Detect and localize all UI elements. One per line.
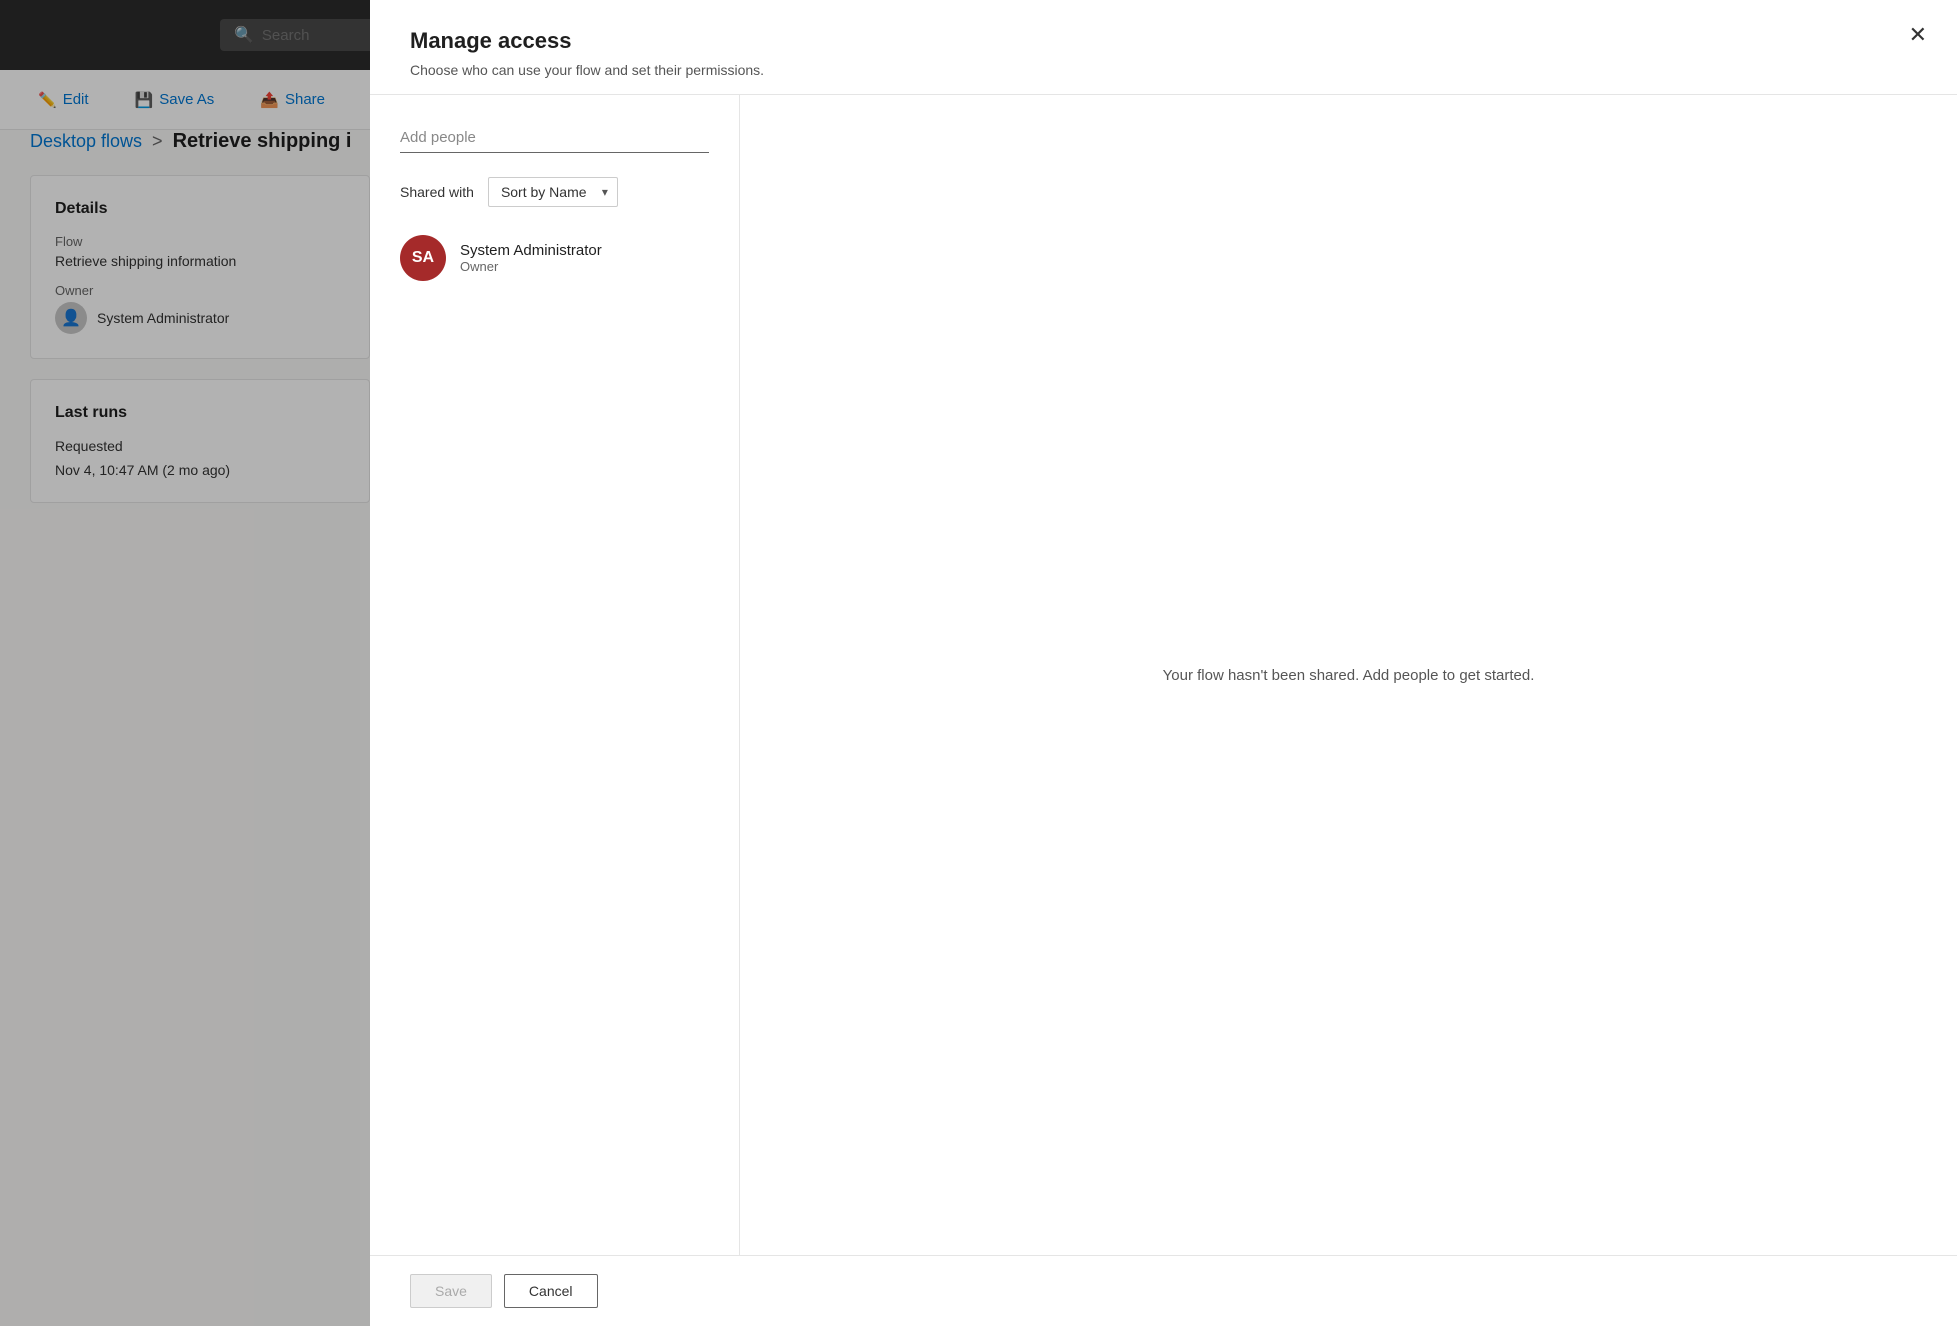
modal-left-panel: Shared with Sort by Name Sort by Role ▾ … [370, 95, 740, 1255]
modal-subtitle: Choose who can use your flow and set the… [410, 62, 1917, 78]
no-share-message: Your flow hasn't been shared. Add people… [1163, 667, 1535, 684]
shared-with-label: Shared with [400, 184, 474, 200]
user-role: Owner [460, 259, 602, 274]
modal-right-panel: Your flow hasn't been shared. Add people… [740, 95, 1957, 1255]
user-entry: SA System Administrator Owner [400, 227, 709, 289]
modal-close-button[interactable]: ✕ [1909, 24, 1927, 46]
modal-title: Manage access [410, 28, 1917, 54]
modal-panel: Manage access Choose who can use your fl… [370, 0, 1957, 1326]
user-avatar: SA [400, 235, 446, 281]
sort-select-wrapper[interactable]: Sort by Name Sort by Role ▾ [488, 177, 618, 207]
user-name: System Administrator [460, 242, 602, 259]
modal-body: Shared with Sort by Name Sort by Role ▾ … [370, 95, 1957, 1255]
cancel-button[interactable]: Cancel [504, 1274, 598, 1308]
save-button[interactable]: Save [410, 1274, 492, 1308]
shared-with-row: Shared with Sort by Name Sort by Role ▾ [400, 177, 709, 207]
modal-footer: Save Cancel [370, 1255, 1957, 1326]
modal-header: Manage access Choose who can use your fl… [370, 0, 1957, 95]
user-info: System Administrator Owner [460, 242, 602, 274]
add-people-input[interactable] [400, 123, 709, 153]
sort-select[interactable]: Sort by Name Sort by Role [488, 177, 618, 207]
